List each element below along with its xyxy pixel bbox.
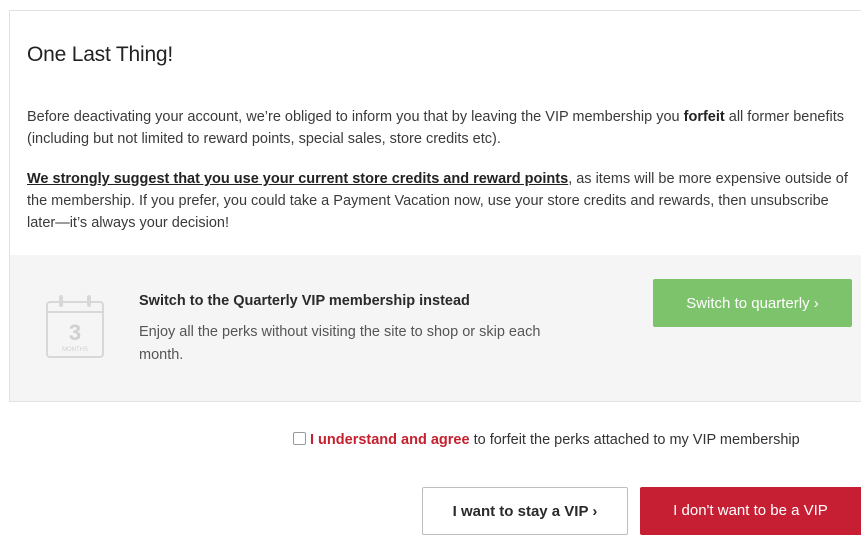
quarterly-offer-panel: 3 MONTHS Switch to the Quarterly VIP mem… [10,255,861,401]
leave-vip-button[interactable]: I don't want to be a VIP [640,487,861,535]
calendar-label: MONTHS [62,347,88,353]
deactivation-card: One Last Thing! Before deactivating your… [9,10,861,402]
forfeit-notice-text: Before deactivating your account, we’re … [27,109,684,125]
offer-title: Switch to the Quarterly VIP membership i… [139,293,470,309]
forfeit-notice: Before deactivating your account, we’re … [27,106,857,150]
agree-text: to forfeit the perks attached to my VIP … [469,432,800,448]
agree-checkbox-row[interactable]: I understand and agree to forfeit the pe… [293,432,800,448]
dialog-title: One Last Thing! [27,43,174,66]
suggestion-notice: We strongly suggest that you use your cu… [27,168,857,234]
suggestion-emphasis: We strongly suggest that you use your cu… [27,171,569,187]
agree-checkbox[interactable] [293,432,306,445]
offer-description: Enjoy all the perks without visiting the… [139,324,541,363]
switch-to-quarterly-button[interactable]: Switch to quarterly › [653,279,852,327]
stay-vip-button[interactable]: I want to stay a VIP › [422,487,628,535]
calendar-number: 3 [69,320,81,345]
forfeit-keyword: forfeit [683,109,725,125]
agree-highlight: I understand and agree [310,432,470,448]
calendar-icon: 3 MONTHS [46,295,104,358]
